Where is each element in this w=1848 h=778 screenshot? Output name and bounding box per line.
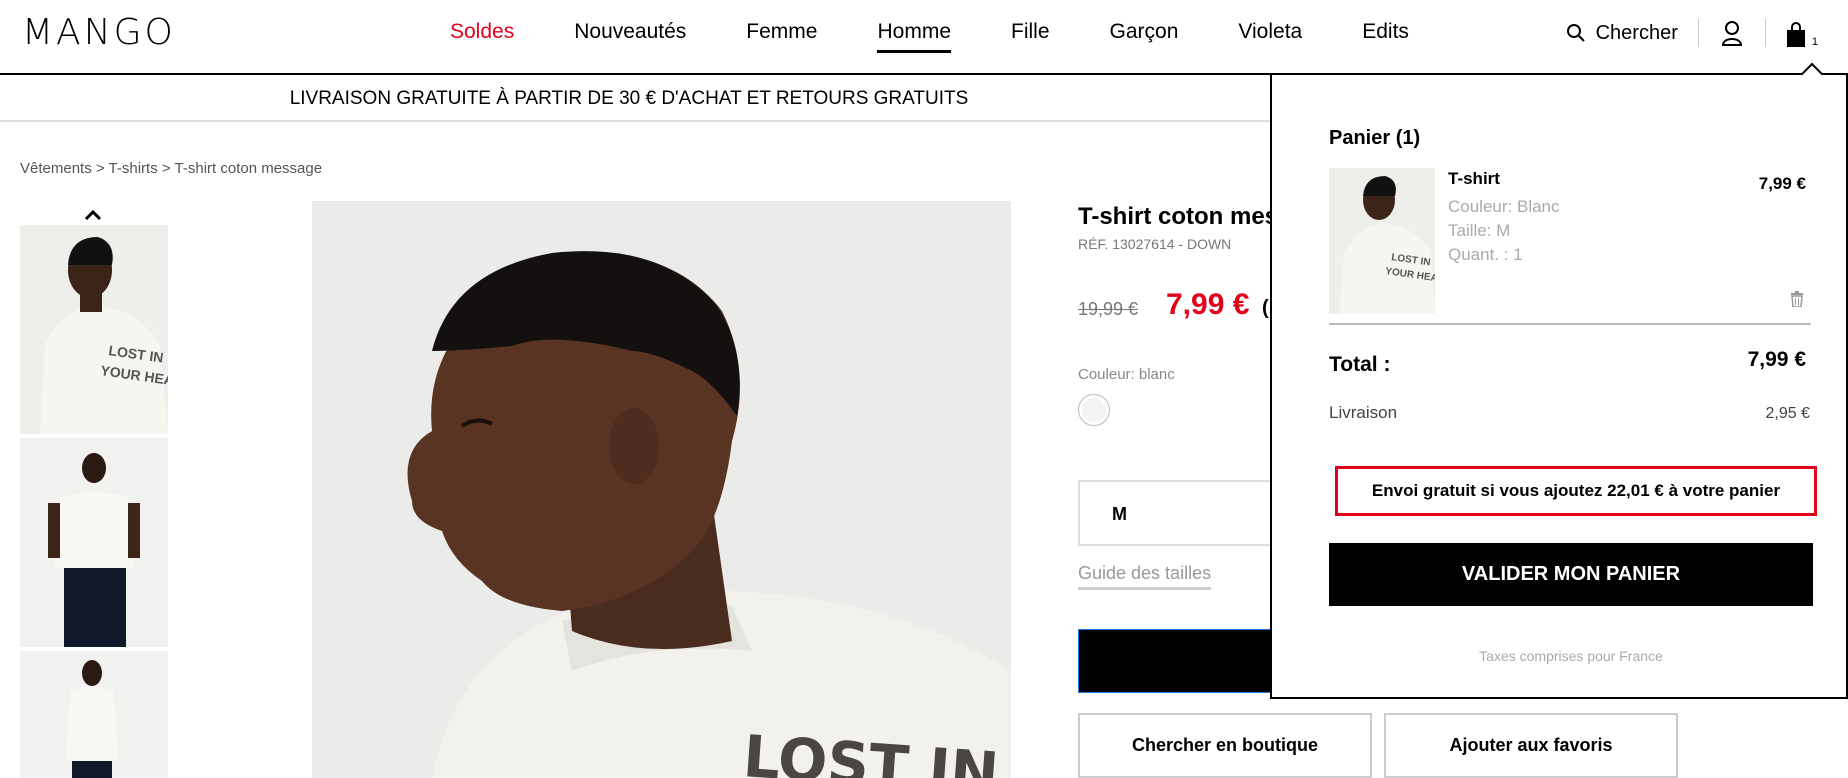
search-label: Chercher: [1595, 21, 1678, 44]
product-old-price: 19,99 €: [1078, 299, 1139, 319]
shipping-value: 2,95 €: [1765, 405, 1810, 422]
cart-item-color: Couleur: Blanc: [1448, 197, 1560, 216]
header-actions: Chercher 1: [1566, 18, 1818, 48]
cart-title: Panier (1): [1329, 127, 1421, 149]
cart-item-price: 7,99 €: [1758, 174, 1806, 193]
cart-item-size: Taille: M: [1448, 221, 1511, 240]
shopping-bag-icon: [1786, 22, 1805, 47]
cart-item-name[interactable]: T-shirt: [1448, 169, 1500, 189]
taxes-note: Taxes comprises pour France: [1479, 648, 1663, 664]
bag-button[interactable]: 1: [1766, 18, 1818, 48]
product-sale-price: 7,99 €: [1166, 288, 1250, 321]
nav-fille[interactable]: Fille: [1011, 20, 1050, 53]
size-selector[interactable]: M: [1078, 480, 1278, 546]
color-swatch-white[interactable]: [1078, 394, 1110, 426]
cart-dropdown: Panier (1) LOST IN YOUR HEAD T-shirt Cou…: [1270, 75, 1848, 699]
nav-femme[interactable]: Femme: [746, 20, 817, 53]
total-label: Total :: [1329, 353, 1391, 376]
mango-logo[interactable]: MANGO: [22, 12, 176, 53]
product-thumbnail[interactable]: [20, 438, 168, 647]
thumbnails-up-chevron-icon[interactable]: [84, 204, 102, 227]
breadcrumb[interactable]: Vêtements > T-shirts > T-shirt coton mes…: [20, 160, 322, 177]
cart-divider: [1329, 323, 1811, 325]
product-title: T-shirt coton mes: [1078, 203, 1279, 230]
nav-violeta[interactable]: Violeta: [1238, 20, 1302, 53]
nav-nouveautes[interactable]: Nouveautés: [574, 20, 686, 53]
nav-soldes[interactable]: Soldes: [450, 20, 514, 53]
find-in-store-button[interactable]: Chercher en boutique: [1078, 713, 1372, 778]
nav-homme[interactable]: Homme: [877, 20, 951, 53]
nav-garcon[interactable]: Garçon: [1110, 20, 1179, 53]
validate-cart-button[interactable]: VALIDER MON PANIER: [1329, 543, 1813, 606]
product-discount-partial: (: [1262, 297, 1269, 319]
search-icon: [1566, 24, 1585, 42]
product-thumbnail[interactable]: LOST IN YOUR HEAD: [20, 225, 168, 434]
user-icon: [1721, 21, 1742, 46]
product-thumbnail[interactable]: [20, 651, 168, 778]
bag-count: 1: [1811, 36, 1818, 48]
cart-item-quantity: Quant. : 1: [1448, 245, 1523, 264]
product-reference: RÉF. 13027614 - DOWN: [1078, 236, 1232, 252]
shipping-label: Livraison: [1329, 403, 1398, 422]
color-label: Couleur: blanc: [1078, 366, 1175, 383]
nav-edits[interactable]: Edits: [1362, 20, 1409, 53]
cart-item-image[interactable]: LOST IN YOUR HEAD: [1329, 168, 1435, 314]
free-shipping-message: Envoi gratuit si vous ajoutez 22,01 € à …: [1335, 466, 1817, 516]
total-value: 7,99 €: [1747, 348, 1806, 371]
account-button[interactable]: [1699, 19, 1766, 47]
size-guide-link[interactable]: Guide des tailles: [1078, 563, 1212, 590]
main-nav: Soldes Nouveautés Femme Homme Fille Garç…: [450, 20, 1469, 53]
add-to-bag-button[interactable]: [1078, 629, 1278, 693]
site-header: MANGO Soldes Nouveautés Femme Homme Fill…: [0, 0, 1848, 75]
main-product-image: LOST IN: [312, 201, 1011, 778]
trash-icon[interactable]: [1790, 291, 1804, 312]
add-to-favorites-button[interactable]: Ajouter aux favoris: [1384, 713, 1678, 778]
search-button[interactable]: Chercher: [1566, 19, 1699, 47]
